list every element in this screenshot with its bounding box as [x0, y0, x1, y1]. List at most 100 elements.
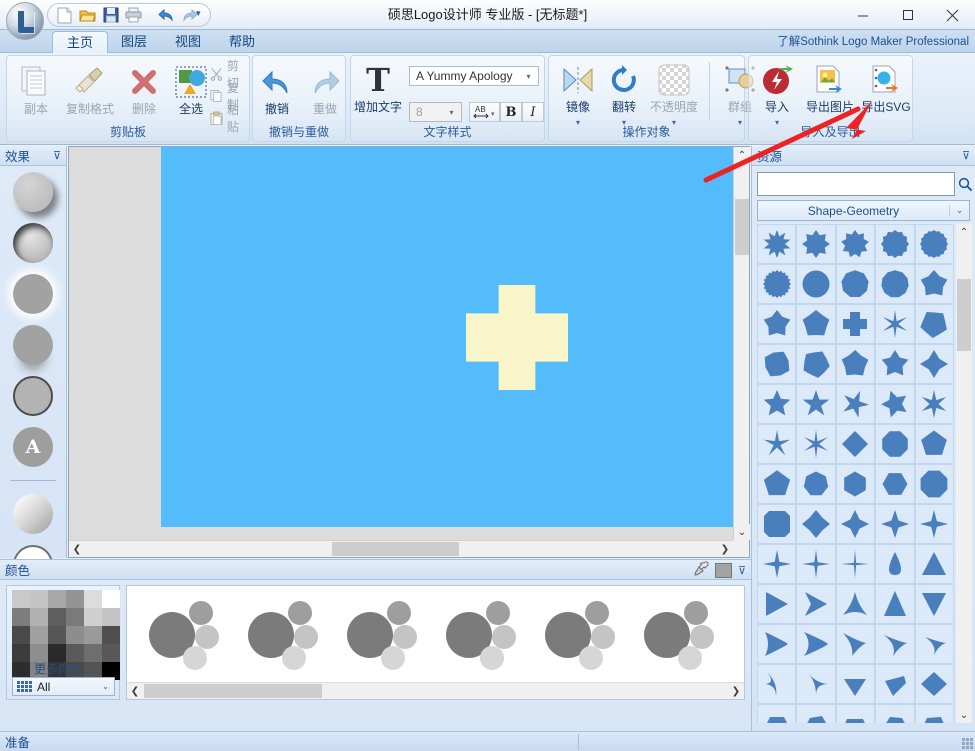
vertical-scroll-thumb[interactable] [735, 199, 749, 255]
shape-item-circle[interactable] [796, 264, 835, 304]
color-swatch-1-1[interactable] [30, 608, 48, 626]
close-button[interactable] [930, 0, 975, 30]
shape-item-star-4-round[interactable] [915, 344, 954, 384]
export-image-button[interactable]: 导出图片 [799, 60, 861, 114]
effect-glow[interactable] [13, 274, 53, 314]
tab-help[interactable]: 帮助 [215, 31, 269, 53]
tab-layers[interactable]: 图层 [107, 31, 161, 53]
gradient-swatch-4[interactable] [446, 599, 512, 669]
shape-item-hendecagon[interactable] [875, 264, 914, 304]
shape-item-nonagon[interactable] [836, 264, 875, 304]
more-colors-link[interactable]: 更多颜色... [7, 660, 119, 677]
gradient-scroll-right-arrow[interactable]: ❯ [728, 683, 744, 699]
color-swatch-1-0[interactable] [12, 608, 30, 626]
color-swatch-2-0[interactable] [12, 626, 30, 644]
color-swatch-0-1[interactable] [30, 590, 48, 608]
shape-item-star-5-sharp[interactable] [796, 384, 835, 424]
effect-reflection[interactable] [13, 325, 53, 365]
italic-button[interactable]: I [522, 102, 544, 122]
shape-item-pentagon-round[interactable] [796, 304, 835, 344]
color-swatch-2-5[interactable] [102, 626, 120, 644]
chevron-down-icon[interactable]: ⌄ [97, 681, 114, 692]
gradient-horizontal-scrollbar[interactable]: ❮ ❯ [127, 682, 744, 699]
bold-button[interactable]: B [500, 102, 522, 122]
canvas-vertical-scrollbar[interactable]: ⌃ ⌄ [733, 147, 749, 540]
pin-icon[interactable]: ⊽ [738, 564, 746, 577]
color-swatch-0-0[interactable] [12, 590, 30, 608]
maximize-button[interactable] [885, 0, 930, 30]
effect-stroke[interactable] [13, 376, 53, 416]
scroll-left-arrow[interactable]: ❮ [69, 541, 85, 557]
gradient-swatch-6[interactable] [644, 599, 710, 669]
gradient-swatch-1[interactable] [149, 599, 215, 669]
shape-item-pentagon-flat-1[interactable] [757, 704, 796, 723]
tab-view[interactable]: 视图 [161, 31, 215, 53]
shape-item-star-6-thin[interactable] [915, 384, 954, 424]
shape-item-triangle-arrow[interactable] [796, 584, 835, 624]
redo-button[interactable]: 重做 [298, 62, 352, 116]
shape-item-triangle-down[interactable] [915, 584, 954, 624]
gradient-scroll-thumb[interactable] [144, 684, 322, 698]
shape-item-octagon-large[interactable] [915, 464, 954, 504]
shape-item-tri-concave[interactable] [836, 584, 875, 624]
opacity-button[interactable]: 不透明度 ▾ [643, 60, 705, 128]
search-input[interactable] [758, 173, 954, 195]
shape-grid[interactable] [757, 224, 954, 723]
shape-item-pentagon[interactable] [757, 464, 796, 504]
shape-item-cross[interactable] [836, 304, 875, 344]
shape-item-nonagon-round[interactable] [875, 224, 914, 264]
copy-format-button[interactable]: 复制格式 [63, 62, 117, 116]
shape-item-decagon-round[interactable] [915, 224, 954, 264]
shape-item-pentagon-flat-3[interactable] [836, 704, 875, 723]
eyedropper-icon[interactable] [694, 561, 709, 579]
shape-item-arrow-thin[interactable] [875, 624, 914, 664]
shape-item-hexagon[interactable] [836, 464, 875, 504]
color-swatch-0-5[interactable] [102, 590, 120, 608]
shape-item-star-5-curved[interactable] [875, 384, 914, 424]
shape-item-star-4-point[interactable] [757, 544, 796, 584]
shape-item-star-5-thin[interactable] [836, 384, 875, 424]
shape-item-pentagon-flat-2[interactable] [796, 704, 835, 723]
shape-item-kite-down[interactable] [836, 664, 875, 704]
shape-item-star-5-blob[interactable] [836, 344, 875, 384]
shape-item-asterisk[interactable] [875, 304, 914, 344]
shape-item-diamond-wide[interactable] [915, 664, 954, 704]
pin-icon[interactable]: ⊽ [962, 149, 970, 162]
resources-scroll-down-arrow[interactable]: ⌄ [956, 707, 972, 723]
shape-item-star-5-soft[interactable] [757, 304, 796, 344]
letter-spacing-button[interactable]: AB▾ [469, 102, 500, 122]
minimize-button[interactable] [840, 0, 885, 30]
gradient-swatch-3[interactable] [347, 599, 413, 669]
effect-shadow[interactable] [13, 172, 53, 212]
canvas-viewport[interactable] [69, 147, 733, 540]
color-swatch-1-3[interactable] [66, 608, 84, 626]
shape-item-diamond[interactable] [836, 424, 875, 464]
font-family-combo[interactable]: A Yummy Apology ▾ [409, 66, 539, 86]
resources-scroll-thumb[interactable] [957, 279, 971, 351]
resource-search-box[interactable] [757, 172, 955, 196]
shape-item-kite-tilt[interactable] [875, 664, 914, 704]
gradient-scroll-left-arrow[interactable]: ❮ [127, 683, 143, 699]
color-swatch-1-5[interactable] [102, 608, 120, 626]
shape-item-pentagon-wave[interactable] [796, 344, 835, 384]
color-swatch-1-2[interactable] [48, 608, 66, 626]
duplicate-button[interactable]: 副本 [9, 62, 63, 116]
resize-grip-icon[interactable] [962, 738, 973, 749]
delete-button[interactable]: 删除 [117, 62, 171, 116]
shape-item-arrow-spur[interactable] [836, 624, 875, 664]
gradient-swatch-2[interactable] [248, 599, 314, 669]
search-button[interactable] [957, 172, 974, 196]
shape-item-triangle-right[interactable] [757, 584, 796, 624]
shape-item-octagon-notch[interactable] [757, 504, 796, 544]
shape-item-triangle-tall[interactable] [875, 584, 914, 624]
color-swatch-2-3[interactable] [66, 626, 84, 644]
shape-item-arrow-left-curve[interactable] [757, 624, 796, 664]
shape-item-triangle-round[interactable] [875, 544, 914, 584]
shape-item-pentagon-wide[interactable] [915, 424, 954, 464]
color-swatch-2-2[interactable] [48, 626, 66, 644]
shape-item-triangle-up[interactable] [915, 544, 954, 584]
cross-shape[interactable] [466, 285, 568, 390]
color-swatch-1-4[interactable] [84, 608, 102, 626]
shape-item-arrow-wisp[interactable] [915, 624, 954, 664]
promo-link[interactable]: 了解Sothink Logo Maker Professional [777, 33, 969, 49]
